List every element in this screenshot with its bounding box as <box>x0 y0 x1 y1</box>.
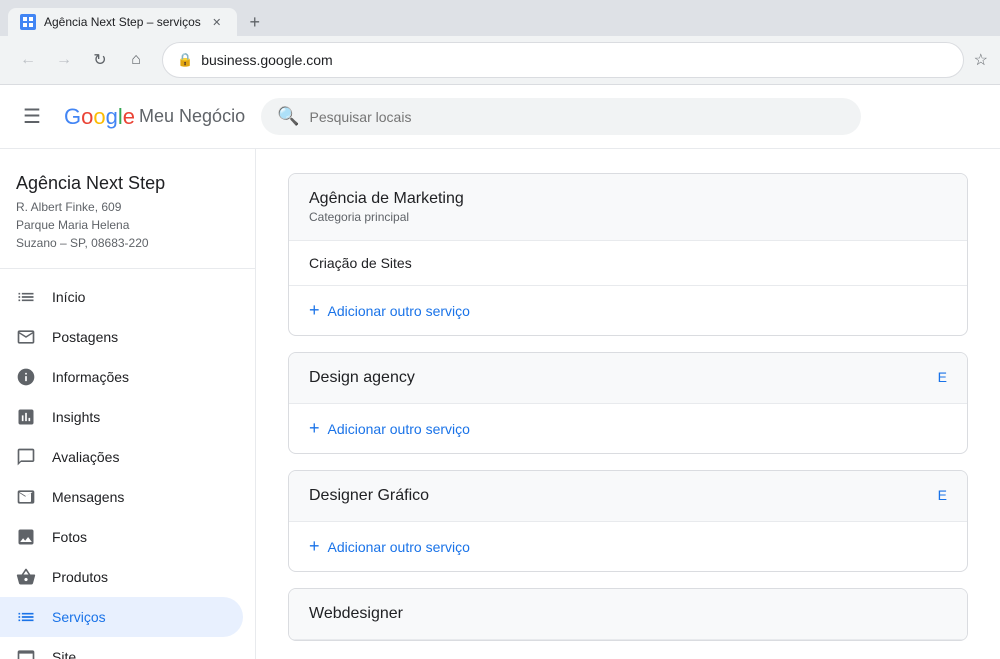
search-input[interactable] <box>310 109 846 125</box>
address-line3: Suzano – SP, 08683-220 <box>16 234 239 252</box>
postagens-icon <box>16 327 36 347</box>
sidebar-item-insights-label: Insights <box>52 409 227 425</box>
service-card-header-design-agency: Design agency E <box>289 353 967 404</box>
home-icon <box>16 287 36 307</box>
new-tab-button[interactable]: + <box>241 8 269 36</box>
main-content: Agência Next Step R. Albert Finke, 609 P… <box>0 149 1000 659</box>
sidebar-item-mensagens-label: Mensagens <box>52 489 227 505</box>
sidebar-item-insights[interactable]: Insights <box>0 397 243 437</box>
sidebar-item-produtos[interactable]: Produtos <box>0 557 243 597</box>
avaliacoes-icon <box>16 447 36 467</box>
sidebar-item-inicio[interactable]: Início <box>0 277 243 317</box>
edit-link-designer-grafico[interactable]: E <box>938 487 947 503</box>
hamburger-menu-button[interactable]: ☰ <box>16 101 48 133</box>
service-card-agencia-marketing: Agência de Marketing Categoria principal… <box>288 173 968 336</box>
nav-buttons: ← → ↻ ⌂ <box>12 44 152 76</box>
bookmark-icon[interactable]: ☆ <box>974 50 988 70</box>
servicos-icon <box>16 607 36 627</box>
sidebar-item-fotos-label: Fotos <box>52 529 227 545</box>
plus-icon-designer: + <box>309 536 320 557</box>
address-line1: R. Albert Finke, 609 <box>16 198 239 216</box>
sidebar-item-informacoes[interactable]: Informações <box>0 357 243 397</box>
tab-favicon <box>20 14 36 30</box>
service-title-webdesigner: Webdesigner <box>309 605 403 623</box>
mensagens-icon <box>16 487 36 507</box>
informacoes-icon <box>16 367 36 387</box>
url-bar[interactable]: 🔒 business.google.com <box>162 42 964 78</box>
tab-bar: Agência Next Step – serviços ✕ + <box>0 0 1000 36</box>
content-area: Agência de Marketing Categoria principal… <box>256 149 1000 659</box>
top-nav: ☰ Google Meu Negócio 🔍 <box>0 85 1000 149</box>
sidebar-item-servicos[interactable]: Serviços <box>0 597 243 637</box>
fotos-icon <box>16 527 36 547</box>
add-service-label-designer: Adicionar outro serviço <box>328 539 470 555</box>
sidebar-item-mensagens[interactable]: Mensagens <box>0 477 243 517</box>
forward-button[interactable]: → <box>48 44 80 76</box>
add-service-button-designer-grafico[interactable]: + Adicionar outro serviço <box>289 522 967 571</box>
service-title-agencia-marketing: Agência de Marketing <box>309 190 464 208</box>
url-text: business.google.com <box>201 52 948 68</box>
lock-icon: 🔒 <box>177 52 193 68</box>
sidebar-item-informacoes-label: Informações <box>52 369 227 385</box>
service-card-header-webdesigner: Webdesigner <box>289 589 967 640</box>
tab-title: Agência Next Step – serviços <box>44 15 201 29</box>
service-card-designer-grafico: Designer Gráfico E + Adicionar outro ser… <box>288 470 968 572</box>
edit-link-design-agency[interactable]: E <box>938 369 947 385</box>
insights-icon <box>16 407 36 427</box>
service-title-design-agency: Design agency <box>309 369 415 387</box>
service-card-header-agencia-marketing: Agência de Marketing Categoria principal <box>289 174 967 241</box>
google-logo: Google Meu Negócio <box>64 104 245 130</box>
sidebar-item-servicos-label: Serviços <box>52 609 227 625</box>
logo-google-text: Google <box>64 104 135 130</box>
add-service-label: Adicionar outro serviço <box>328 303 470 319</box>
search-bar[interactable]: 🔍 <box>261 98 861 135</box>
address-line2: Parque Maria Helena <box>16 216 239 234</box>
tab-close-button[interactable]: ✕ <box>209 14 225 30</box>
service-subtitle-agencia-marketing: Categoria principal <box>309 210 464 224</box>
address-bar: ← → ↻ ⌂ 🔒 business.google.com ☆ <box>0 36 1000 84</box>
business-info: Agência Next Step R. Albert Finke, 609 P… <box>0 165 255 269</box>
sidebar-item-postagens-label: Postagens <box>52 329 227 345</box>
sidebar-item-avaliacoes-label: Avaliações <box>52 449 227 465</box>
reload-button[interactable]: ↻ <box>84 44 116 76</box>
sidebar-item-postagens[interactable]: Postagens <box>0 317 243 357</box>
service-card-webdesigner: Webdesigner <box>288 588 968 641</box>
service-item-criacao-sites: Criação de Sites <box>289 241 967 286</box>
sidebar-item-avaliacoes[interactable]: Avaliações <box>0 437 243 477</box>
browser-chrome: Agência Next Step – serviços ✕ + ← → ↻ ⌂… <box>0 0 1000 85</box>
add-service-button-agencia-marketing[interactable]: + Adicionar outro serviço <box>289 286 967 335</box>
search-icon: 🔍 <box>277 106 299 127</box>
sidebar-item-inicio-label: Início <box>52 289 227 305</box>
app-container: ☰ Google Meu Negócio 🔍 Agência Next Step… <box>0 85 1000 659</box>
sidebar-item-fotos[interactable]: Fotos <box>0 517 243 557</box>
site-icon <box>16 647 36 659</box>
logo-suffix: Meu Negócio <box>139 106 245 127</box>
plus-icon-design: + <box>309 418 320 439</box>
sidebar-item-produtos-label: Produtos <box>52 569 227 585</box>
home-button[interactable]: ⌂ <box>120 44 152 76</box>
plus-icon: + <box>309 300 320 321</box>
service-item-label: Criação de Sites <box>309 255 412 271</box>
produtos-icon <box>16 567 36 587</box>
sidebar: Agência Next Step R. Albert Finke, 609 P… <box>0 149 256 659</box>
service-card-design-agency: Design agency E + Adicionar outro serviç… <box>288 352 968 454</box>
service-card-header-designer-grafico: Designer Gráfico E <box>289 471 967 522</box>
add-service-button-design-agency[interactable]: + Adicionar outro serviço <box>289 404 967 453</box>
business-name: Agência Next Step <box>16 173 239 194</box>
business-address: R. Albert Finke, 609 Parque Maria Helena… <box>16 198 239 252</box>
back-button[interactable]: ← <box>12 44 44 76</box>
add-service-label-design: Adicionar outro serviço <box>328 421 470 437</box>
service-title-designer-grafico: Designer Gráfico <box>309 487 429 505</box>
active-tab[interactable]: Agência Next Step – serviços ✕ <box>8 8 237 36</box>
sidebar-item-site[interactable]: Site <box>0 637 243 659</box>
